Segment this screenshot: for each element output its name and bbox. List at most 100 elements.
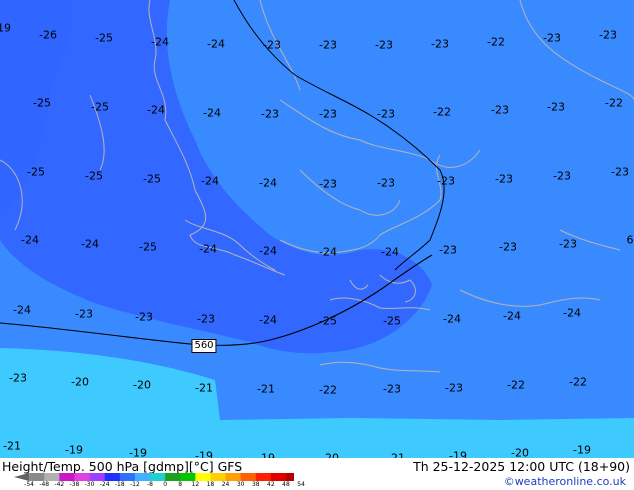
color-scale-ticks: -54 -48 -42 -38 -30 -24 -18 -12 -8 0 8 12 18 24 30 38 42…	[14, 481, 305, 490]
temperature-label: -24	[259, 244, 277, 258]
colorbar-segment	[210, 473, 227, 481]
map-footer: Height/Temp. 500 hPa [gdmp][°C] GFS Th 2…	[0, 458, 634, 490]
colorbar-tick-label: 24	[221, 481, 230, 488]
colorbar-tick-label: -8	[147, 481, 153, 488]
temperature-label: -22	[433, 105, 451, 119]
temperature-label: -23	[319, 38, 337, 52]
colorbar-segment	[195, 473, 211, 481]
temperature-label: -19	[573, 443, 591, 457]
colorbar-segment	[180, 473, 196, 481]
temperature-label: -25	[91, 100, 109, 114]
temperature-label: -24	[203, 106, 221, 120]
colorbar-segment	[119, 473, 136, 481]
temperature-label: -23	[377, 107, 395, 121]
temperature-label: -25	[143, 172, 161, 186]
temperature-label: -24	[81, 237, 99, 251]
temperature-label: -25	[95, 31, 113, 45]
temperature-label: -23	[543, 31, 561, 45]
colorbar-segment	[286, 473, 294, 481]
temperature-label: -19	[195, 449, 213, 459]
map-title: Height/Temp. 500 hPa [gdmp][°C] GFS	[2, 459, 243, 474]
colorbar-tick-label: -24	[99, 481, 110, 488]
temperature-label: -24	[207, 37, 225, 51]
temperature-label: -25	[383, 314, 401, 328]
temperature-label: -19	[449, 449, 467, 459]
temperature-label: -23	[197, 312, 215, 326]
temperature-label: -23	[375, 38, 393, 52]
temperature-label: -23	[135, 310, 153, 324]
colorbar-segment	[89, 473, 106, 481]
temperature-label: -20	[511, 446, 529, 459]
colorbar-tick-label: 12	[191, 481, 200, 488]
temperature-label: -19	[65, 443, 83, 457]
colorbar-tick-label: -48	[39, 481, 50, 488]
colorbar-tick-label: 38	[251, 481, 260, 488]
contour-label-560: 560	[191, 339, 217, 353]
temperature-label: -24	[259, 176, 277, 190]
colorbar-segment	[225, 473, 242, 481]
temperature-label: -24	[21, 233, 39, 247]
weather-map: 560 -26 -25 -24 -24 -23 -23 -23 -23 -22 -23 -23 -25…	[0, 0, 634, 458]
temperature-label: -26	[39, 28, 57, 42]
temperature-label: -23	[263, 38, 281, 52]
colorbar-tick-label: -12	[129, 481, 140, 488]
temperature-label: -21	[3, 439, 21, 453]
temperature-label: -23	[439, 243, 457, 257]
colorbar-segment	[29, 473, 45, 481]
temperature-label: -22	[319, 383, 337, 397]
colorbar-segment	[104, 473, 121, 481]
colorbar-segment	[270, 473, 287, 481]
temperature-label: -21	[257, 382, 275, 396]
temperature-label: -23	[75, 307, 93, 321]
temperature-label: -24	[199, 242, 217, 256]
temperature-label: -24	[201, 174, 219, 188]
color-scale-bar	[14, 473, 294, 481]
temperature-label: -24	[151, 35, 169, 49]
temperature-label: -20	[133, 378, 151, 392]
colorbar-segment	[59, 473, 75, 481]
colorbar-segment	[134, 473, 151, 481]
temperature-label: -22	[569, 375, 587, 389]
credit-link[interactable]: ©weatheronline.co.uk	[504, 475, 626, 488]
temperature-label: -22	[507, 378, 525, 392]
temperature-label: -25	[33, 96, 51, 110]
colorbar-tick-label: 48	[282, 481, 290, 488]
colorbar-segment	[240, 473, 257, 481]
colorbar-segment	[165, 473, 181, 481]
colorbar-tick-label: -42	[54, 481, 65, 488]
temperature-label: -25	[85, 169, 103, 183]
temperature-label: -23	[599, 28, 617, 42]
temperature-label: -23	[499, 240, 517, 254]
colorbar-tick-label: -54	[24, 481, 35, 488]
temperature-label: -23	[437, 174, 455, 188]
colorbar-tick-label: 30	[236, 481, 245, 488]
temperature-label: -22	[605, 96, 623, 110]
colorbar-left-arrow	[14, 473, 30, 481]
temperature-label: -24	[503, 309, 521, 323]
colorbar-tick-label: 54	[297, 481, 305, 488]
temperature-label: -24	[381, 245, 399, 259]
temperature-label: -23	[445, 381, 463, 395]
valid-time: Th 25-12-2025 12:00 UTC (18+90)	[413, 459, 630, 474]
temperature-label: -23	[495, 172, 513, 186]
map-canvas	[0, 0, 634, 458]
temperature-label: -24	[147, 103, 165, 117]
temperature-label: -21	[195, 381, 213, 395]
colorbar-tick-label: -38	[69, 481, 80, 488]
temperature-label: -25	[319, 314, 337, 328]
colorbar-tick-label: 18	[206, 481, 215, 488]
temperature-label: -20	[71, 375, 89, 389]
temperature-label: -24	[13, 303, 31, 317]
temperature-label: -24	[319, 245, 337, 259]
temperature-label: -19	[0, 21, 11, 35]
temperature-label: -23	[431, 37, 449, 51]
temperature-label: -23	[319, 177, 337, 191]
temperature-label: -19	[129, 446, 147, 459]
temperature-label: 6	[626, 233, 634, 247]
temperature-label: -23	[383, 382, 401, 396]
colorbar-tick-label: -30	[84, 481, 95, 488]
temperature-label: -23	[319, 107, 337, 121]
temperature-label: -24	[259, 313, 277, 327]
temperature-label: -23	[553, 169, 571, 183]
temperature-label: -23	[261, 107, 279, 121]
